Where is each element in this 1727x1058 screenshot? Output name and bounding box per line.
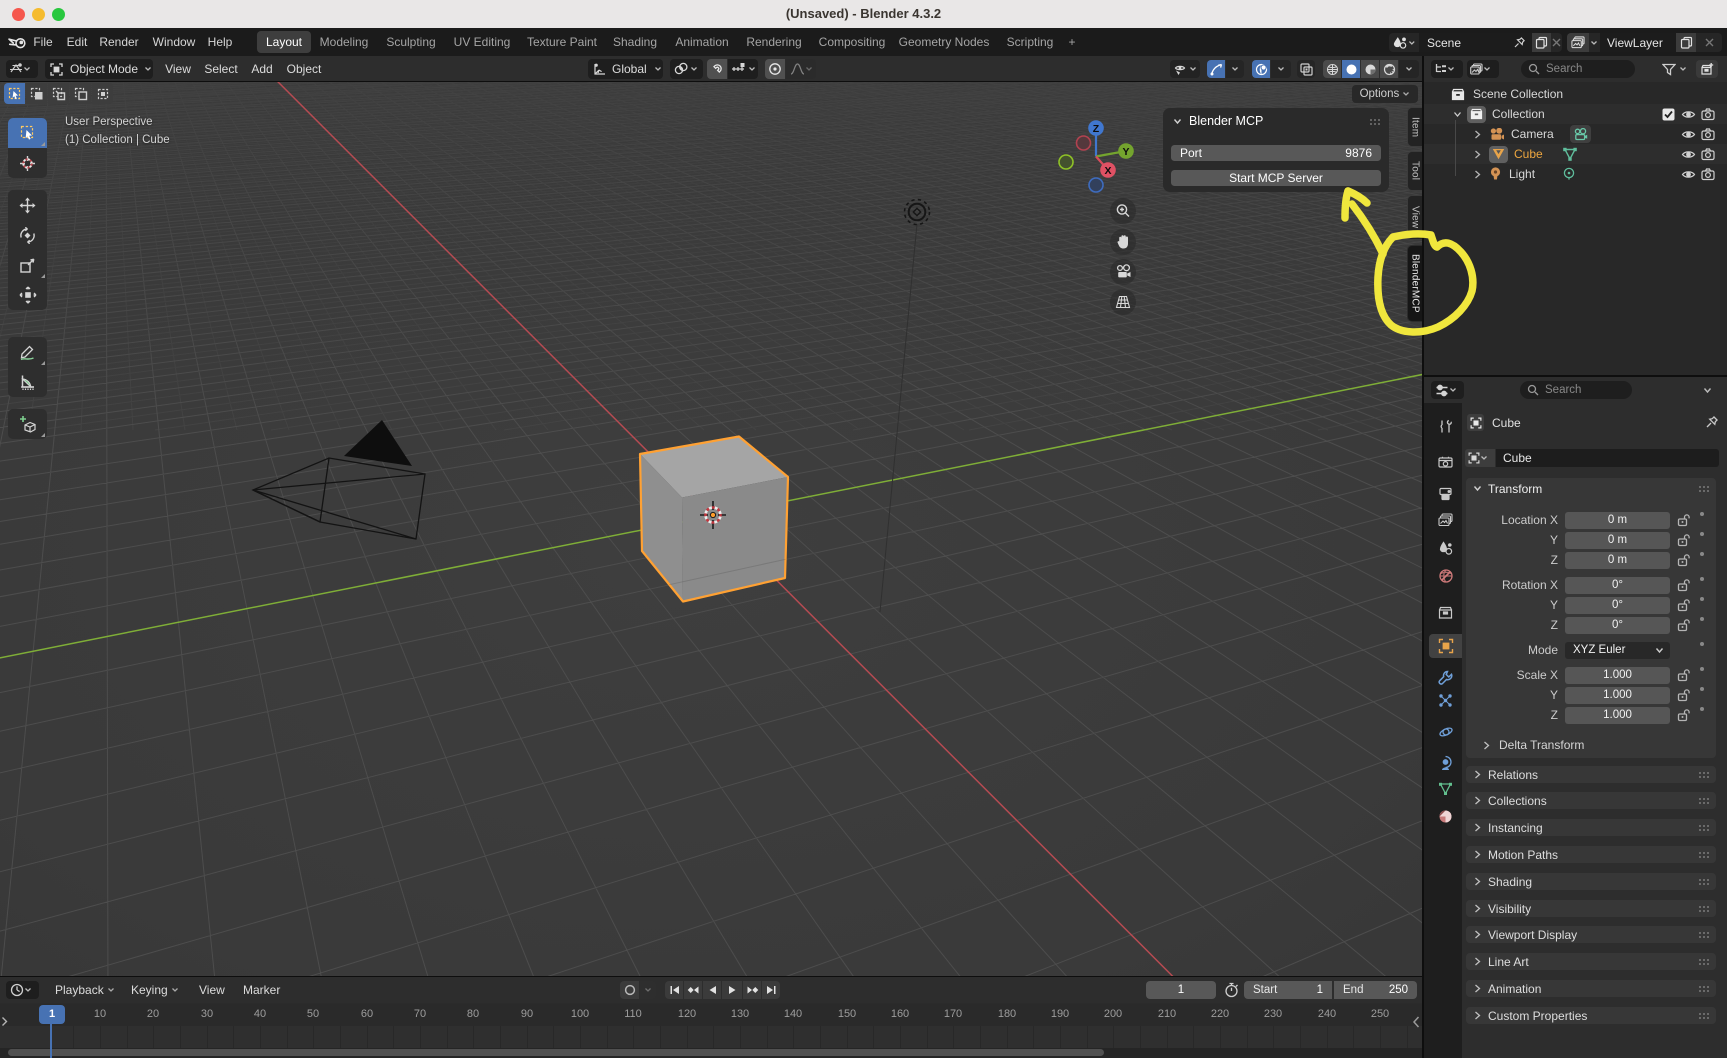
svg-text:Y: Y bbox=[1122, 146, 1129, 158]
svg-text:X: X bbox=[1104, 165, 1111, 177]
svg-text:Z: Z bbox=[1093, 123, 1100, 135]
